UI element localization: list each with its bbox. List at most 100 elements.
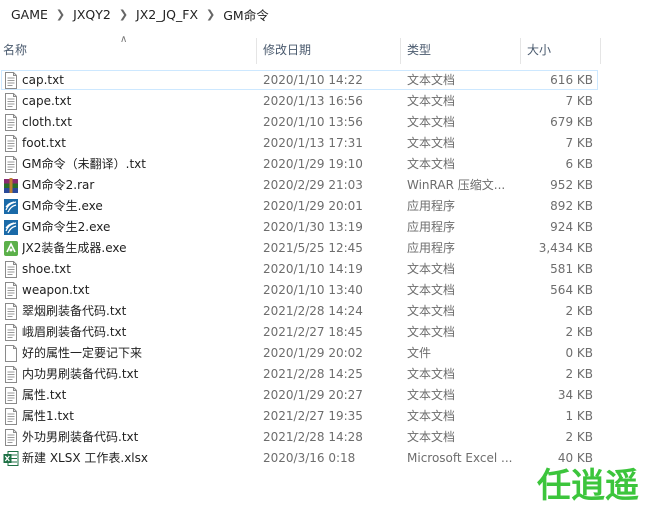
file-modified-date: 2020/2/29 21:03 [263,178,363,192]
file-name: 内功男刷装备代码.txt [22,367,139,381]
file-modified-date: 2020/1/13 16:56 [263,94,363,108]
file-type: 文本文档 [407,157,456,171]
file-type: 应用程序 [407,241,456,255]
file-row[interactable]: GM命令生2.exe 2020/1/30 13:19 应用程序 924 KB [0,217,662,238]
file-type: 应用程序 [407,220,456,234]
file-type: 文本文档 [407,430,456,444]
file-modified-date: 2020/1/10 13:40 [263,283,363,297]
breadcrumb-item[interactable]: JXQY2 [70,7,114,22]
breadcrumb: GAME ❯ JXQY2 ❯ JX2_JQ_FX ❯ GM命令 [0,0,662,28]
breadcrumb-item[interactable]: GAME [8,7,51,22]
file-modified-date: 2020/3/16 0:18 [263,451,356,465]
column-header-date[interactable]: 修改日期 [260,36,400,64]
file-size: 679 KB [550,115,593,129]
column-divider[interactable] [520,38,521,64]
watermark-logo: 任逍遥 [537,466,639,504]
file-size: 892 KB [550,199,593,213]
file-type: 文本文档 [407,304,456,318]
file-modified-date: 2020/1/29 20:01 [263,199,363,213]
file-type: WinRAR 压缩文... [407,178,506,192]
file-row[interactable]: 好的属性一定要记下来 2020/1/29 20:02 文件 0 KB [0,343,662,364]
file-type: 文本文档 [407,115,456,129]
file-row[interactable]: 内功男刷装备代码.txt 2021/2/28 14:25 文本文档 2 KB [0,364,662,385]
file-size: 2 KB [565,430,593,444]
file-row[interactable]: 外功男刷装备代码.txt 2021/2/28 14:28 文本文档 2 KB [0,427,662,448]
file-modified-date: 2020/1/10 14:19 [263,262,363,276]
column-header: ∧ 名称 修改日期 类型 大小 [0,34,662,64]
file-type: 文本文档 [407,94,456,108]
file-type: 文本文档 [407,409,456,423]
file-row[interactable]: cape.txt 2020/1/13 16:56 文本文档 7 KB [0,91,662,112]
file-size: 7 KB [565,136,593,150]
file-type: 文本文档 [407,367,456,381]
file-row[interactable]: GM命令（未翻译）.txt 2020/1/29 19:10 文本文档 6 KB [0,154,662,175]
file-row[interactable]: cloth.txt 2020/1/10 13:56 文本文档 679 KB [0,112,662,133]
file-modified-date: 2021/2/28 14:28 [263,430,363,444]
file-type: 文本文档 [407,388,456,402]
file-size: 581 KB [550,262,593,276]
file-row[interactable]: 峨眉刷装备代码.txt 2021/2/27 18:45 文本文档 2 KB [0,322,662,343]
file-size: 952 KB [550,178,593,192]
column-divider[interactable] [600,38,601,64]
file-size: 616 KB [550,73,593,87]
file-row[interactable]: 属性.txt 2020/1/29 20:27 文本文档 34 KB [0,385,662,406]
file-type: Microsoft Excel ... [407,451,513,465]
file-size: 34 KB [557,388,593,402]
file-row[interactable]: weapon.txt 2020/1/10 13:40 文本文档 564 KB [0,280,662,301]
file-name: foot.txt [22,136,66,150]
file-size: 7 KB [565,94,593,108]
file-modified-date: 2020/1/30 13:19 [263,220,363,234]
file-row[interactable]: cap.txt 2020/1/10 14:22 文本文档 616 KB [0,70,662,91]
file-size: 2 KB [565,325,593,339]
chevron-right-icon: ❯ [118,7,129,21]
file-name: 属性1.txt [22,409,74,423]
file-row[interactable]: GM命令生.exe 2020/1/29 20:01 应用程序 892 KB [0,196,662,217]
file-name: GM命令（未翻译）.txt [22,157,146,171]
column-header-name[interactable]: 名称 [0,36,256,64]
file-name: GM命令生2.exe [22,220,111,234]
chevron-right-icon: ❯ [55,7,66,21]
file-modified-date: 2020/1/10 13:56 [263,115,363,129]
file-modified-date: 2021/2/28 14:25 [263,367,363,381]
chevron-right-icon: ❯ [206,7,216,21]
file-size: 3,434 KB [538,241,593,255]
file-modified-date: 2021/2/27 18:45 [263,325,363,339]
file-row[interactable]: foot.txt 2020/1/13 17:31 文本文档 7 KB [0,133,662,154]
file-size: 6 KB [565,157,593,171]
file-row[interactable]: GM命令2.rar 2020/2/29 21:03 WinRAR 压缩文... 952… [0,175,662,196]
file-name: cap.txt [22,73,64,87]
file-row[interactable]: 属性1.txt 2021/2/27 19:35 文本文档 1 KB [0,406,662,427]
file-type: 文本文档 [407,283,456,297]
file-name: 新建 XLSX 工作表.xlsx [22,451,148,465]
file-modified-date: 2021/5/25 12:45 [263,241,363,255]
breadcrumb-item[interactable]: GM命令 [220,5,271,24]
column-divider[interactable] [256,38,257,64]
file-name: GM命令2.rar [22,178,95,192]
breadcrumb-item[interactable]: JX2_JQ_FX [133,7,201,22]
column-header-size[interactable]: 大小 [524,36,600,64]
file-modified-date: 2020/1/10 14:22 [263,73,363,87]
file-name: cloth.txt [22,115,72,129]
file-type: 文本文档 [407,136,456,150]
file-name: shoe.txt [22,262,71,276]
file-row[interactable]: JX2装备生成器.exe 2021/5/25 12:45 应用程序 3,434 KB [0,238,662,259]
file-size: 1 KB [565,409,593,423]
file-name: 峨眉刷装备代码.txt [22,325,127,339]
file-type: 文本文档 [407,73,456,87]
file-name: cape.txt [22,94,72,108]
file-name: 翠烟刷装备代码.txt [22,304,127,318]
file-type: 文本文档 [407,262,456,276]
file-modified-date: 2021/2/28 14:24 [263,304,363,318]
column-divider[interactable] [400,38,401,64]
file-modified-date: 2020/1/29 19:10 [263,157,363,171]
file-list: cap.txt 2020/1/10 14:22 文本文档 616 KB cape.txt… [0,70,662,469]
column-header-type[interactable]: 类型 [404,36,520,64]
file-size: 0 KB [565,346,593,360]
file-row[interactable]: shoe.txt 2020/1/10 14:19 文本文档 581 KB [0,259,662,280]
file-size: 2 KB [565,304,593,318]
file-size: 924 KB [550,220,593,234]
file-row[interactable]: 翠烟刷装备代码.txt 2021/2/28 14:24 文本文档 2 KB [0,301,662,322]
file-modified-date: 2021/2/27 19:35 [263,409,363,423]
file-type: 文件 [407,346,432,360]
file-modified-date: 2020/1/13 17:31 [263,136,363,150]
